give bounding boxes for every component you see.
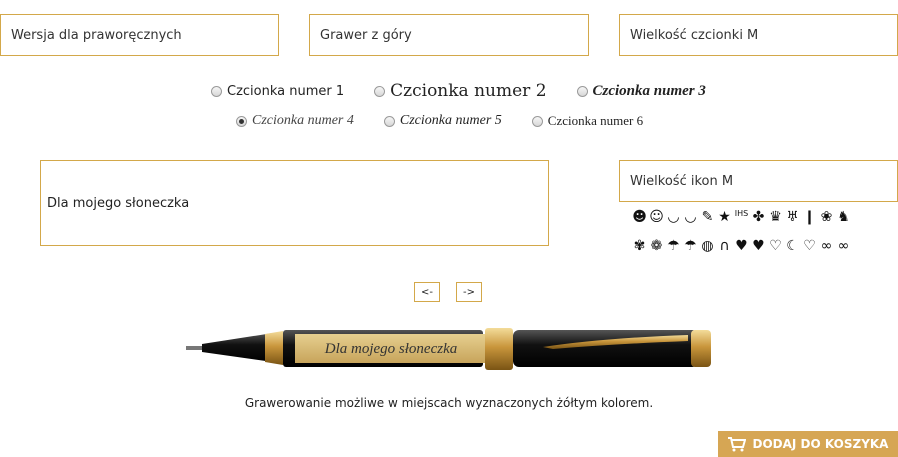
engraving-icon-5[interactable]: ✎ xyxy=(699,209,716,225)
engraving-preview-text: Dla mojego słoneczka xyxy=(324,341,457,357)
icon-palette-row-2: ✾ ❁ ☂ ☂ ◍ ∩ ♥ ♥ ♡ ☾ ♡ ∞ ∞ xyxy=(631,238,852,254)
radio-button-selected[interactable] xyxy=(236,115,247,127)
prev-view-button[interactable]: <- xyxy=(414,282,440,302)
engraving-icon-1[interactable]: ✾ xyxy=(631,238,648,254)
prev-view-label: <- xyxy=(421,286,433,298)
engraving-icon-9[interactable]: ♛ xyxy=(767,209,784,225)
hand-version-label: Wersja dla praworęcznych xyxy=(11,27,182,43)
font-option-label: Czcionka numer 4 xyxy=(252,113,354,128)
pen-center-band xyxy=(485,328,513,370)
engraving-text-input[interactable]: Dla mojego słoneczka xyxy=(40,160,549,246)
engraving-icon-4[interactable]: ◡ xyxy=(682,209,699,225)
engraving-icon-11[interactable]: ♡ xyxy=(801,238,818,254)
engraving-icon-7[interactable]: IHS xyxy=(733,209,750,225)
radio-button[interactable] xyxy=(383,115,395,127)
engraving-icon-8[interactable]: ✤ xyxy=(750,209,767,225)
font-option-label: Czcionka numer 1 xyxy=(227,83,345,99)
font-option-label: Czcionka numer 6 xyxy=(547,113,644,128)
pen-tip xyxy=(186,346,202,350)
radio-button[interactable] xyxy=(211,85,222,97)
pen-cap-top xyxy=(691,330,711,367)
engraving-icon-8[interactable]: ♥ xyxy=(750,238,767,254)
font-options-row-1: Czcionka numer 1 Czcionka numer 2 Czcion… xyxy=(211,81,706,101)
next-view-label: -> xyxy=(463,286,475,298)
pen-cone xyxy=(202,333,273,362)
engraving-icon-11[interactable]: ❙ xyxy=(801,209,818,225)
radio-button[interactable] xyxy=(531,115,543,127)
pen-preview: Dla mojego słoneczka xyxy=(186,328,711,370)
font-option-3[interactable]: Czcionka numer 3 xyxy=(576,82,706,100)
engraving-icon-10[interactable]: ☾ xyxy=(784,238,801,254)
pen-ring xyxy=(265,331,283,365)
pen-cap xyxy=(513,330,698,367)
engraving-icon-2[interactable]: ☺ xyxy=(648,209,665,225)
add-to-cart-label: DODAJ DO KOSZYKA xyxy=(752,437,889,451)
engraving-icon-13[interactable]: ♞ xyxy=(835,209,852,225)
engraving-icon-12[interactable]: ∞ xyxy=(818,238,835,254)
add-to-cart-button[interactable]: DODAJ DO KOSZYKA xyxy=(718,431,898,457)
engrave-position-select[interactable]: Grawer z góry xyxy=(309,14,589,56)
engraving-note: Grawerowanie możliwe w miejscach wyznacz… xyxy=(244,396,654,410)
font-option-label: Czcionka numer 3 xyxy=(592,82,706,99)
engraving-icon-10[interactable]: ♅ xyxy=(784,209,801,225)
radio-button[interactable] xyxy=(576,85,588,97)
engraving-icon-6[interactable]: ★ xyxy=(716,209,733,225)
hand-version-select[interactable]: Wersja dla praworęcznych xyxy=(0,14,279,56)
engraving-icon-9[interactable]: ♡ xyxy=(767,238,784,254)
font-option-4[interactable]: Czcionka numer 4 xyxy=(236,113,354,129)
next-view-button[interactable]: -> xyxy=(456,282,482,302)
font-size-label: Wielkość czcionki M xyxy=(630,27,759,43)
font-option-label: Czcionka numer 5 xyxy=(399,113,502,128)
font-option-5[interactable]: Czcionka numer 5 xyxy=(383,113,502,129)
font-size-select[interactable]: Wielkość czcionki M xyxy=(619,14,898,56)
icon-size-select[interactable]: Wielkość ikon M xyxy=(619,160,898,202)
font-options-row-2: Czcionka numer 4 Czcionka numer 5 Czcion… xyxy=(236,113,643,129)
engrave-position-label: Grawer z góry xyxy=(320,27,412,43)
engraving-icon-3[interactable]: ◡ xyxy=(665,209,682,225)
font-option-2[interactable]: Czcionka numer 2 xyxy=(374,81,547,101)
engraving-icon-12[interactable]: ❀ xyxy=(818,209,835,225)
engraving-icon-4[interactable]: ☂ xyxy=(682,238,699,254)
engraving-icon-13[interactable]: ∞ xyxy=(835,238,852,254)
engraving-icon-3[interactable]: ☂ xyxy=(665,238,682,254)
icon-size-label: Wielkość ikon M xyxy=(630,173,734,189)
cart-icon xyxy=(727,436,746,451)
font-option-label: Czcionka numer 2 xyxy=(390,81,547,101)
radio-button[interactable] xyxy=(374,85,386,97)
engraving-icon-7[interactable]: ♥ xyxy=(733,238,750,254)
font-option-1[interactable]: Czcionka numer 1 xyxy=(211,84,344,99)
engraving-icon-2[interactable]: ❁ xyxy=(648,238,665,254)
icon-palette-row-1: ☻ ☺ ◡ ◡ ✎ ★ IHS ✤ ♛ ♅ ❙ ❀ ♞ xyxy=(631,209,852,225)
engraving-icon-6[interactable]: ∩ xyxy=(716,238,733,254)
engraving-icon-5[interactable]: ◍ xyxy=(699,238,716,254)
engraving-text-value: Dla mojego słoneczka xyxy=(47,195,190,211)
font-option-6[interactable]: Czcionka numer 6 xyxy=(531,113,644,129)
engraving-icon-1[interactable]: ☻ xyxy=(631,209,648,225)
